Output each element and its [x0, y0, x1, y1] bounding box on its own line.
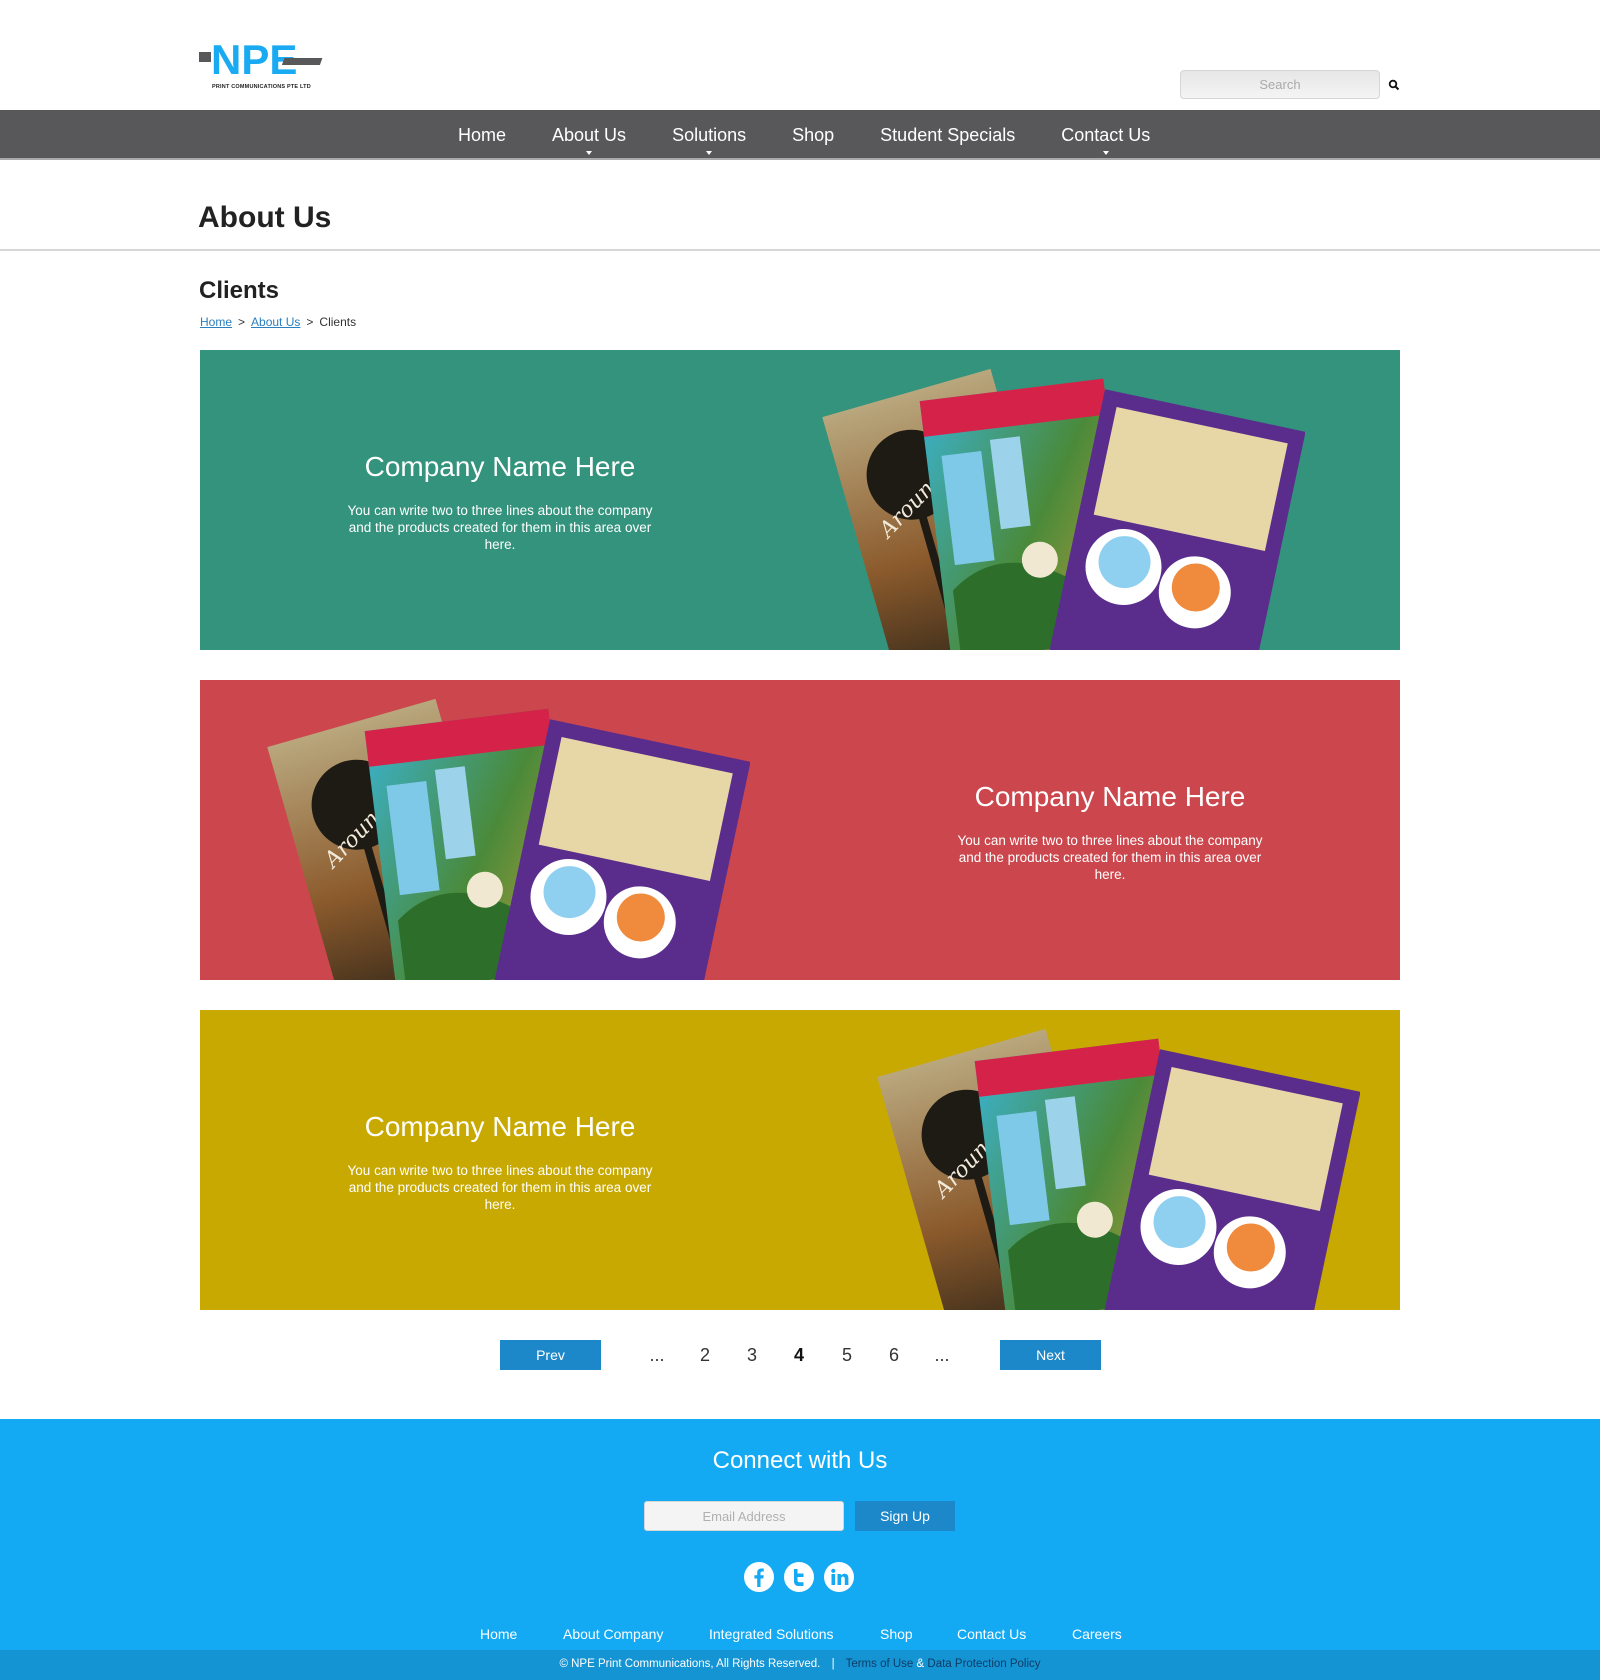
page-link-3[interactable]: 3	[737, 1340, 767, 1370]
copyright-separator: |	[831, 1658, 835, 1670]
email-input[interactable]	[644, 1501, 844, 1531]
breadcrumb-current: Clients	[319, 315, 357, 329]
next-button[interactable]: Next	[1000, 1340, 1101, 1370]
search-box	[1180, 70, 1380, 99]
caret-down-icon	[1102, 151, 1109, 155]
client-product-image: Around the	[840, 1010, 1361, 1310]
logo-subtitle: PRINT COMMUNICATIONS PTE LTD	[212, 84, 311, 90]
copyright-line: © NPE Print Communications, All Rights R…	[0, 1658, 1600, 1670]
npe-logo-mark: NPE	[199, 40, 323, 83]
nav-item-about-us[interactable]: About Us	[529, 110, 649, 160]
footer-link-shop[interactable]: Shop	[880, 1626, 913, 1642]
nav-item-label: Shop	[792, 125, 835, 145]
nav-item-solutions[interactable]: Solutions	[649, 110, 769, 160]
signup-button[interactable]: Sign Up	[855, 1501, 955, 1531]
footer-link-contact-us[interactable]: Contact Us	[957, 1626, 1026, 1642]
client-description: You can write two to three lines about t…	[347, 1163, 653, 1212]
search-icon[interactable]	[1388, 79, 1400, 91]
facebook-icon[interactable]	[743, 1561, 775, 1593]
main-nav: Home About Us Solutions Shop Student Special…	[0, 110, 1600, 160]
page-title: About Us	[198, 201, 332, 234]
terms-link[interactable]: Terms of Use	[846, 1658, 914, 1670]
section-title: Clients	[199, 277, 280, 304]
nav-item-label: Home	[458, 125, 507, 145]
nav-item-contact-us[interactable]: Contact Us	[1038, 110, 1173, 160]
twitter-icon[interactable]	[783, 1561, 815, 1593]
prev-button[interactable]: Prev	[500, 1340, 601, 1370]
nav-item-shop[interactable]: Shop	[769, 110, 857, 160]
brochure-stack-image: Around the	[877, 1028, 1361, 1310]
legal-ampersand: &	[916, 1658, 925, 1670]
client-text-block: Company Name Here You can write two to th…	[950, 780, 1270, 883]
breadcrumb-separator: >	[238, 315, 246, 329]
client-name: Company Name Here	[974, 781, 1246, 812]
client-text-block: Company Name Here You can write two to th…	[340, 1110, 660, 1213]
client-product-image: Around the	[230, 680, 751, 980]
client-text-block: Company Name Here You can write two to th…	[340, 450, 660, 553]
title-divider	[0, 249, 1600, 251]
nav-item-label: Student Specials	[880, 125, 1016, 145]
nav-item-label: About Us	[552, 125, 627, 145]
brochure-stack-image: Around the	[267, 698, 751, 980]
linkedin-icon[interactable]	[823, 1561, 855, 1593]
client-name: Company Name Here	[364, 451, 636, 482]
footer-link-home[interactable]: Home	[480, 1626, 517, 1642]
footer-links: Home About Company Integrated Solutions …	[0, 1626, 1600, 1646]
footer-link-careers[interactable]: Careers	[1072, 1626, 1122, 1642]
client-description: You can write two to three lines about t…	[957, 833, 1263, 882]
client-description: You can write two to three lines about t…	[347, 503, 653, 552]
privacy-link[interactable]: Data Protection Policy	[927, 1658, 1040, 1670]
pagination: Prev ... 2 3 4 5 6 ... Next	[0, 1340, 1600, 1370]
caret-down-icon	[586, 151, 593, 155]
page-link-4-current[interactable]: 4	[784, 1340, 814, 1370]
brochure-stack-image: Around the	[822, 368, 1306, 650]
breadcrumb-about-link[interactable]: About Us	[251, 315, 300, 329]
nav-item-label: Solutions	[672, 125, 747, 145]
footer-link-integrated-solutions[interactable]: Integrated Solutions	[709, 1626, 834, 1642]
breadcrumb-home-link[interactable]: Home	[200, 315, 232, 329]
nav-menu: Home About Us Solutions Shop Student Special…	[0, 110, 1600, 160]
site-header: NPE PRINT COMMUNICATIONS PTE LTD	[0, 0, 1600, 110]
site-footer: Connect with Us Sign Up Home About Compa…	[0, 1419, 1600, 1680]
pagination-ellipsis: ...	[934, 1345, 950, 1365]
nav-item-home[interactable]: Home	[435, 110, 529, 160]
page-link-6[interactable]: 6	[879, 1340, 909, 1370]
copyright-bar: © NPE Print Communications, All Rights R…	[0, 1650, 1600, 1680]
copyright-text: © NPE Print Communications, All Rights R…	[559, 1658, 821, 1670]
nav-item-label: Contact Us	[1061, 125, 1151, 145]
client-product-image: Around the	[785, 350, 1306, 650]
client-banner: Around the Company Name Here You can writ…	[200, 1010, 1400, 1310]
footer-title: Connect with Us	[712, 1447, 888, 1474]
pagination-ellipsis: ...	[649, 1345, 665, 1365]
footer-link-about-company[interactable]: About Company	[563, 1626, 663, 1642]
client-banner: Around the Company Name Here You can writ…	[200, 350, 1400, 650]
breadcrumb: Home > About Us > Clients	[200, 315, 356, 329]
breadcrumb-separator: >	[306, 315, 314, 329]
nav-item-student-specials[interactable]: Student Specials	[857, 110, 1038, 160]
caret-down-icon	[706, 151, 713, 155]
client-banner: Around the Company Name Here You can writ…	[200, 680, 1400, 980]
page-link-5[interactable]: 5	[832, 1340, 862, 1370]
search-input[interactable]	[1180, 70, 1380, 99]
page-link-2[interactable]: 2	[690, 1340, 720, 1370]
client-name: Company Name Here	[364, 1111, 636, 1142]
npe-logo[interactable]: NPE PRINT COMMUNICATIONS PTE LTD	[199, 40, 329, 92]
